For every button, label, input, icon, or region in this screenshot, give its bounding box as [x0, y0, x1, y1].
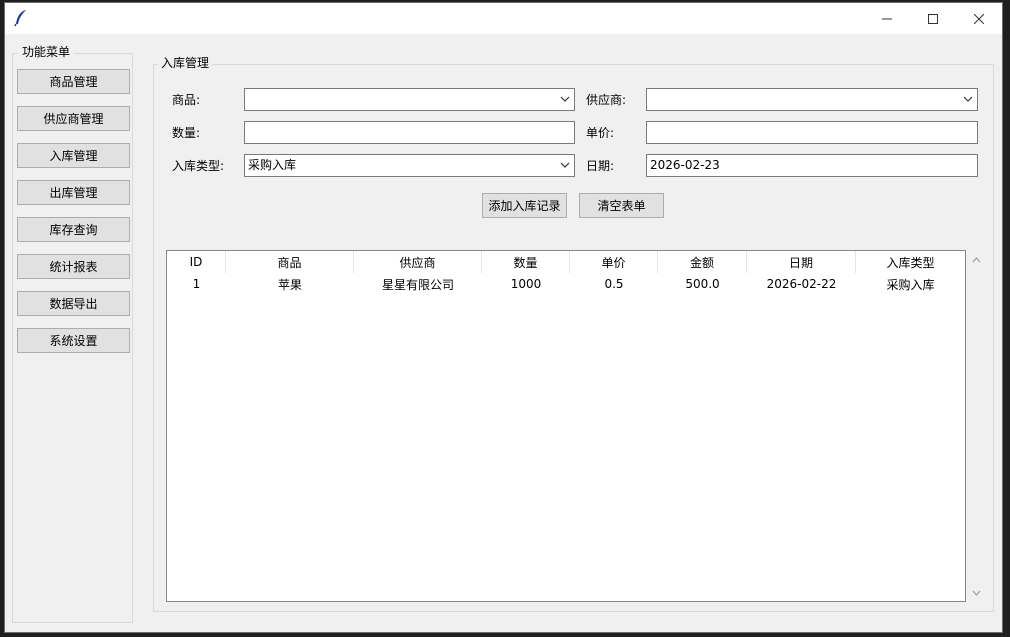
table-cell: 500.0 [685, 277, 720, 291]
sidebar-item-data-export[interactable]: 数据导出 [17, 291, 130, 316]
sidebar-title: 功能菜单 [18, 44, 75, 60]
column-header-quantity[interactable]: 数量 [482, 251, 570, 273]
unit-price-input[interactable] [646, 121, 978, 144]
inbound-type-label: 入库类型: [172, 159, 225, 173]
sidebar-item-product-management[interactable]: 商品管理 [17, 69, 130, 94]
sidebar-item-outbound-management[interactable]: 出库管理 [17, 180, 130, 205]
supplier-combobox[interactable] [646, 88, 978, 111]
inbound-group-title: 入库管理 [158, 55, 213, 71]
table-cell: 星星有限公司 [381, 277, 454, 292]
supplier-label: 供应商: [586, 93, 627, 107]
minimize-button[interactable] [864, 3, 910, 34]
title-bar [5, 3, 1002, 34]
table-cell: 0.5 [604, 277, 624, 291]
chevron-down-icon[interactable] [972, 590, 981, 596]
table-cell: 2026-02-22 [766, 277, 837, 291]
sidebar-item-inbound-management[interactable]: 入库管理 [17, 143, 130, 168]
quantity-label: 数量: [172, 126, 201, 140]
inbound-type-value: 采购入库 [248, 158, 297, 172]
product-combobox[interactable] [244, 88, 575, 111]
date-label: 日期: [586, 159, 615, 173]
chevron-down-icon [963, 96, 973, 102]
minimize-icon [882, 18, 892, 19]
inbound-records-table[interactable]: ID 商品 供应商 数量 单价 金额 日期 入库类型 1 苹果 星星有限公司 1… [166, 250, 966, 602]
product-label: 商品: [172, 93, 201, 107]
sidebar-item-supplier-management[interactable]: 供应商管理 [17, 106, 130, 131]
maximize-button[interactable] [910, 3, 956, 34]
column-header-unit-price[interactable]: 单价 [570, 251, 658, 273]
sidebar-item-inventory-query[interactable]: 库存查询 [17, 217, 130, 242]
column-header-id[interactable]: ID [167, 251, 226, 273]
sidebar-item-system-settings[interactable]: 系统设置 [17, 328, 130, 353]
chevron-down-icon [560, 162, 570, 168]
column-header-supplier[interactable]: 供应商 [354, 251, 482, 273]
table-header: ID 商品 供应商 数量 单价 金额 日期 入库类型 [167, 251, 965, 273]
column-header-date[interactable]: 日期 [747, 251, 856, 273]
column-header-product[interactable]: 商品 [226, 251, 354, 273]
column-header-amount[interactable]: 金额 [658, 251, 747, 273]
table-cell: 1000 [510, 277, 542, 291]
table-row[interactable]: 1 苹果 星星有限公司 1000 0.5 500.0 2026-02-22 采购… [167, 273, 965, 295]
column-header-inbound-type[interactable]: 入库类型 [856, 251, 965, 273]
add-inbound-record-button[interactable]: 添加入库记录 [482, 193, 567, 218]
table-cell: 1 [192, 277, 201, 291]
clear-form-button[interactable]: 清空表单 [579, 193, 664, 218]
feather-icon [14, 10, 26, 27]
unit-price-label: 单价: [586, 126, 615, 140]
date-input[interactable]: 2026-02-23 [646, 154, 978, 177]
sidebar-item-statistics-report[interactable]: 统计报表 [17, 254, 130, 279]
table-scrollbar[interactable] [968, 250, 985, 602]
close-icon [974, 13, 984, 24]
table-cell: 采购入库 [886, 277, 935, 292]
chevron-down-icon [560, 96, 570, 102]
quantity-input[interactable] [244, 121, 575, 144]
app-window: 功能菜单 商品管理 供应商管理 入库管理 出库管理 库存查询 统计报表 数据导出… [4, 2, 1003, 633]
inbound-type-combobox[interactable]: 采购入库 [244, 154, 575, 177]
table-cell: 苹果 [277, 277, 302, 292]
maximize-icon [928, 13, 938, 24]
chevron-up-icon[interactable] [972, 257, 981, 263]
close-button[interactable] [956, 3, 1002, 34]
